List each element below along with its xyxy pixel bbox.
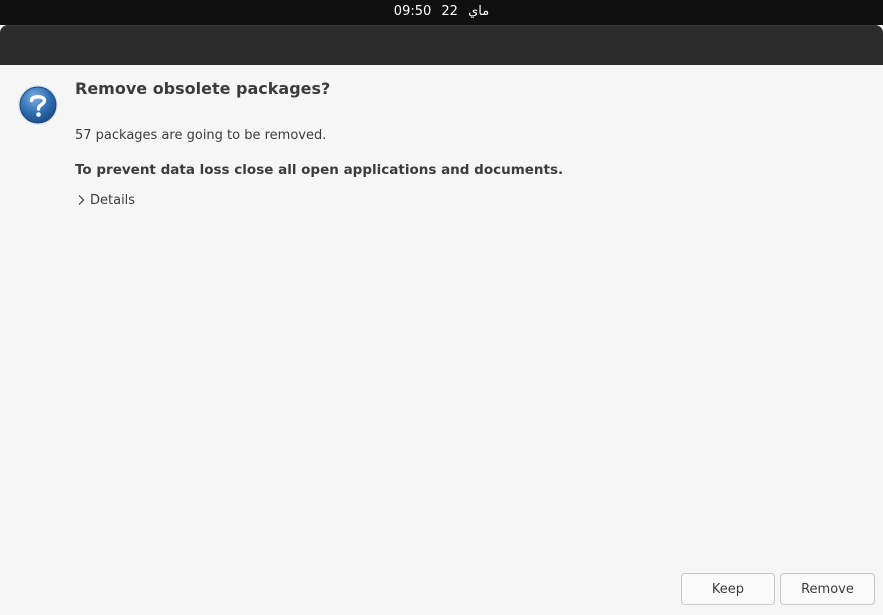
details-expander[interactable]: Details <box>76 190 135 210</box>
details-label: Details <box>90 192 136 208</box>
clock-time: 09:50 <box>393 4 432 19</box>
dialog-warning: To prevent data loss close all open appl… <box>75 162 564 178</box>
remove-packages-dialog: Remove obsolete packages? 57 packages ar… <box>0 65 883 615</box>
top-bar: 09:50 22 ماي <box>0 0 883 25</box>
window-titlebar[interactable] <box>0 25 883 65</box>
clock-month: ماي <box>468 4 490 19</box>
clock-day: 22 <box>441 4 458 19</box>
clock[interactable]: 09:50 22 ماي <box>0 4 883 19</box>
remove-button[interactable]: Remove <box>780 573 875 605</box>
keep-button[interactable]: Keep <box>681 573 775 605</box>
question-icon <box>18 85 58 125</box>
chevron-right-icon <box>78 195 85 205</box>
dialog-title: Remove obsolete packages? <box>75 79 331 98</box>
dialog-subtitle: 57 packages are going to be removed. <box>75 128 327 143</box>
